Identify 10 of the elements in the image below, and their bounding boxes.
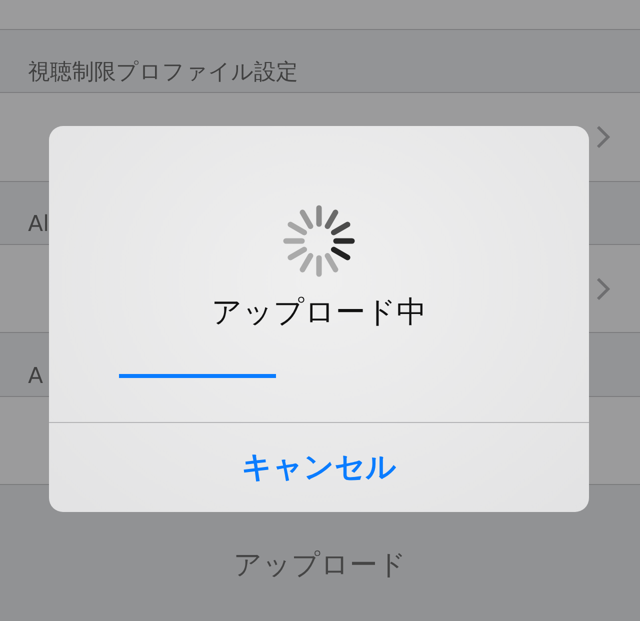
chevron-icon — [596, 276, 610, 300]
section-header: 視聴制限プロファイル設定 — [28, 59, 298, 87]
section-header: A — [28, 363, 44, 391]
cancel-button[interactable]: キャンセル — [49, 423, 589, 512]
spinner-icon — [283, 205, 355, 277]
chevron-icon — [596, 125, 610, 149]
dialog-message: アップロード中 — [212, 294, 426, 332]
section-header: Al — [28, 211, 50, 239]
list-cell[interactable] — [0, 0, 640, 30]
upload-button[interactable]: アップロード — [226, 542, 414, 588]
